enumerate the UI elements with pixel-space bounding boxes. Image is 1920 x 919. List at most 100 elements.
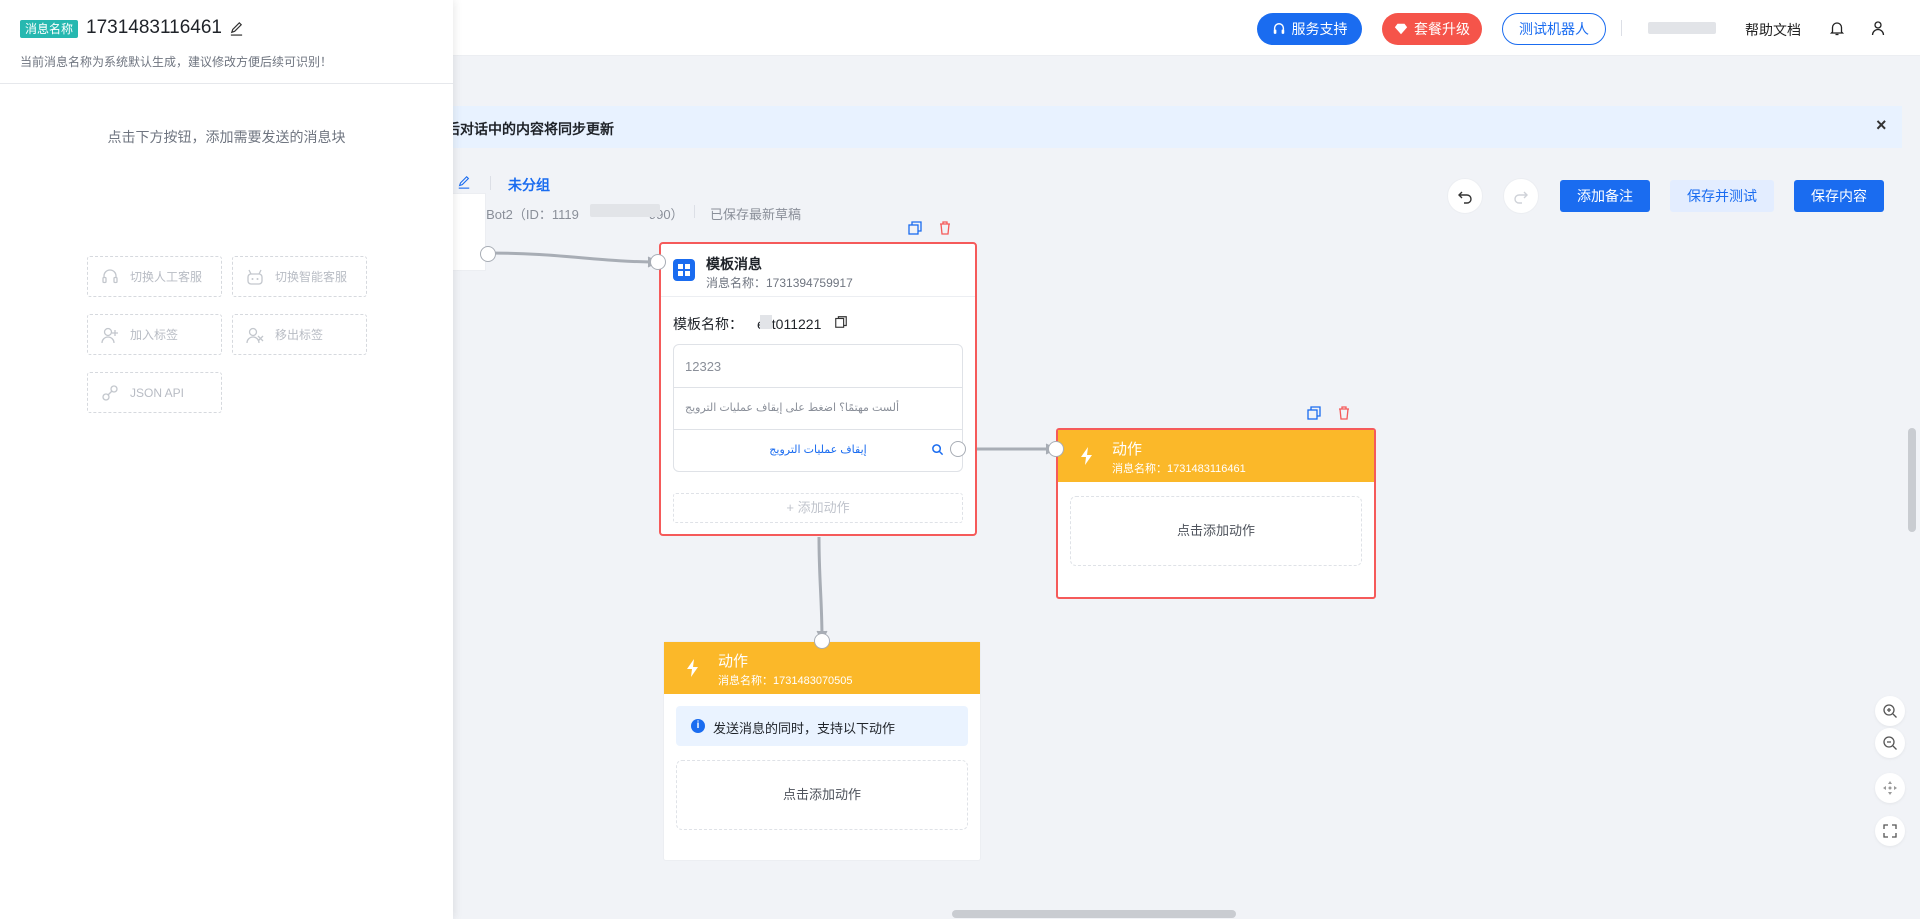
center-view-button[interactable] bbox=[1875, 773, 1905, 803]
zoom-out-button[interactable] bbox=[1875, 728, 1905, 758]
input-port[interactable] bbox=[650, 254, 666, 270]
headset-icon bbox=[102, 268, 118, 283]
add-tag-button[interactable]: 加入标签 bbox=[87, 314, 222, 355]
zoom-in-icon bbox=[1883, 704, 1897, 718]
user-remove-icon bbox=[246, 327, 264, 343]
info-icon: i bbox=[691, 719, 705, 733]
json-api-label: JSON API bbox=[130, 385, 185, 400]
switch-ai-agent-button[interactable]: 切换智能客服 bbox=[232, 256, 367, 297]
grid-icon bbox=[673, 259, 695, 281]
header-divider bbox=[1621, 20, 1622, 36]
user-name-masked[interactable] bbox=[1648, 22, 1716, 34]
connector-line bbox=[487, 251, 659, 264]
action-node[interactable]: 动作 消息名称：1731483070505 i 发送消息的同时，支持以下动作 点… bbox=[663, 641, 981, 861]
duplicate-icon[interactable] bbox=[906, 219, 924, 237]
template-body-text: 12323 bbox=[674, 345, 962, 388]
headset-icon bbox=[1273, 23, 1284, 34]
message-edit-drawer: 消息名称 1731483116461 当前消息名称为系统默认生成，建议修改方便后… bbox=[0, 0, 453, 919]
template-quick-reply-button[interactable]: إيقاف عمليات الترويج bbox=[674, 430, 962, 472]
template-node-tools bbox=[906, 219, 954, 237]
add-tag-label: 加入标签 bbox=[130, 328, 179, 342]
save-and-test-button[interactable]: 保存并测试 bbox=[1670, 180, 1774, 212]
template-name-masked bbox=[760, 315, 772, 329]
action-node-title: 动作 bbox=[718, 653, 749, 670]
search-icon[interactable] bbox=[931, 443, 944, 456]
add-action-button[interactable]: + 添加动作 bbox=[673, 493, 963, 523]
undo-icon bbox=[1458, 191, 1472, 204]
service-support-label: 服务支持 bbox=[1291, 21, 1348, 37]
diamond-icon bbox=[1394, 23, 1408, 35]
action-node-subtitle: 消息名称：1731483116461 bbox=[1112, 463, 1246, 475]
group-label[interactable]: 未分组 bbox=[508, 175, 550, 195]
action-node-tools bbox=[1305, 404, 1353, 422]
add-action-area[interactable]: 点击添加动作 bbox=[676, 760, 968, 830]
undo-button[interactable] bbox=[1447, 178, 1483, 214]
switch-human-agent-button[interactable]: 切换人工客服 bbox=[87, 256, 222, 297]
pencil-icon[interactable] bbox=[457, 175, 471, 189]
remove-tag-button[interactable]: 移出标签 bbox=[232, 314, 367, 355]
link-icon bbox=[102, 384, 118, 401]
drawer-divider bbox=[0, 83, 453, 84]
trash-icon[interactable] bbox=[936, 219, 954, 237]
connector-line bbox=[817, 536, 824, 641]
template-name-label: 模板名称： bbox=[673, 316, 743, 332]
copy-icon[interactable] bbox=[834, 315, 848, 329]
lightning-icon bbox=[687, 659, 698, 677]
help-docs-link[interactable]: 帮助文档 bbox=[1745, 20, 1801, 40]
template-node-title: 模板消息 bbox=[706, 256, 762, 272]
redo-icon bbox=[1514, 191, 1528, 204]
switch-human-agent-label: 切换人工客服 bbox=[130, 270, 203, 284]
vertical-scrollbar[interactable] bbox=[1908, 428, 1916, 532]
add-note-button[interactable]: 添加备注 bbox=[1560, 180, 1650, 212]
action-node-header: 动作 消息名称：1731483070505 bbox=[664, 642, 980, 694]
input-port[interactable] bbox=[1048, 441, 1064, 457]
action-node-subtitle: 消息名称：1731483070505 bbox=[718, 675, 853, 687]
action-node-title: 动作 bbox=[1112, 441, 1143, 458]
add-block-instruction: 点击下方按钮，添加需要发送的消息块 bbox=[107, 129, 346, 145]
template-footer-text: ألست مهتمًا؟ اضغط على إيقاف عمليات الترو… bbox=[674, 388, 962, 430]
plan-upgrade-label: 套餐升级 bbox=[1414, 21, 1470, 37]
group-divider bbox=[490, 176, 491, 190]
horizontal-scrollbar[interactable] bbox=[952, 910, 1236, 918]
close-icon[interactable]: × bbox=[1876, 115, 1887, 136]
template-message-node[interactable]: 模板消息 消息名称：1731394759917 模板名称： est011221 1… bbox=[659, 242, 977, 536]
fullscreen-icon bbox=[1883, 824, 1897, 838]
zoom-out-icon bbox=[1883, 736, 1897, 750]
message-name-hint: 当前消息名称为系统默认生成，建议修改方便后续可识别！ bbox=[20, 55, 333, 69]
bell-icon[interactable] bbox=[1829, 20, 1845, 36]
template-node-subtitle: 消息名称：1731394759917 bbox=[706, 276, 853, 290]
pencil-icon[interactable] bbox=[229, 21, 244, 36]
user-icon[interactable] bbox=[1870, 20, 1886, 36]
action-node-header: 动作 消息名称：1731483116461 bbox=[1058, 430, 1374, 482]
lightning-icon bbox=[1081, 447, 1092, 465]
trash-icon[interactable] bbox=[1335, 404, 1353, 422]
switch-ai-agent-label: 切换智能客服 bbox=[275, 270, 348, 284]
output-port[interactable] bbox=[480, 246, 496, 262]
zoom-in-button[interactable] bbox=[1875, 696, 1905, 726]
notice-text: 后对话中的内容将同步更新 bbox=[446, 121, 614, 137]
message-name-tag: 消息名称 bbox=[20, 20, 79, 38]
duplicate-icon[interactable] bbox=[1305, 404, 1323, 422]
plan-upgrade-button[interactable]: 套餐升级 bbox=[1382, 13, 1482, 45]
input-port[interactable] bbox=[814, 633, 830, 649]
redo-button[interactable] bbox=[1503, 178, 1539, 214]
action-node-selected[interactable]: 动作 消息名称：1731483116461 点击添加动作 bbox=[1056, 428, 1376, 599]
move-icon bbox=[1883, 781, 1897, 795]
json-api-button[interactable]: JSON API bbox=[87, 372, 222, 413]
bot-id-masked bbox=[590, 204, 660, 217]
template-name: 模板名称： est011221 bbox=[673, 314, 821, 334]
action-info-tip: i 发送消息的同时，支持以下动作 bbox=[676, 706, 968, 746]
output-port[interactable] bbox=[950, 441, 966, 457]
add-action-area[interactable]: 点击添加动作 bbox=[1070, 496, 1362, 566]
remove-tag-label: 移出标签 bbox=[275, 328, 324, 342]
template-node-header: 模板消息 消息名称：1731394759917 bbox=[661, 244, 975, 297]
fit-view-button[interactable] bbox=[1875, 816, 1905, 846]
service-support-button[interactable]: 服务支持 bbox=[1257, 13, 1362, 45]
draft-status: 已保存最新草稿 bbox=[710, 207, 802, 222]
template-content-box: 12323 ألست مهتمًا؟ اضغط على إيقاف عمليات… bbox=[673, 344, 963, 472]
test-bot-button[interactable]: 测试机器人 bbox=[1502, 13, 1606, 45]
robot-icon bbox=[247, 269, 263, 285]
user-plus-icon bbox=[101, 327, 118, 343]
action-info-text: 发送消息的同时，支持以下动作 bbox=[713, 721, 896, 736]
save-content-button[interactable]: 保存内容 bbox=[1794, 180, 1884, 212]
